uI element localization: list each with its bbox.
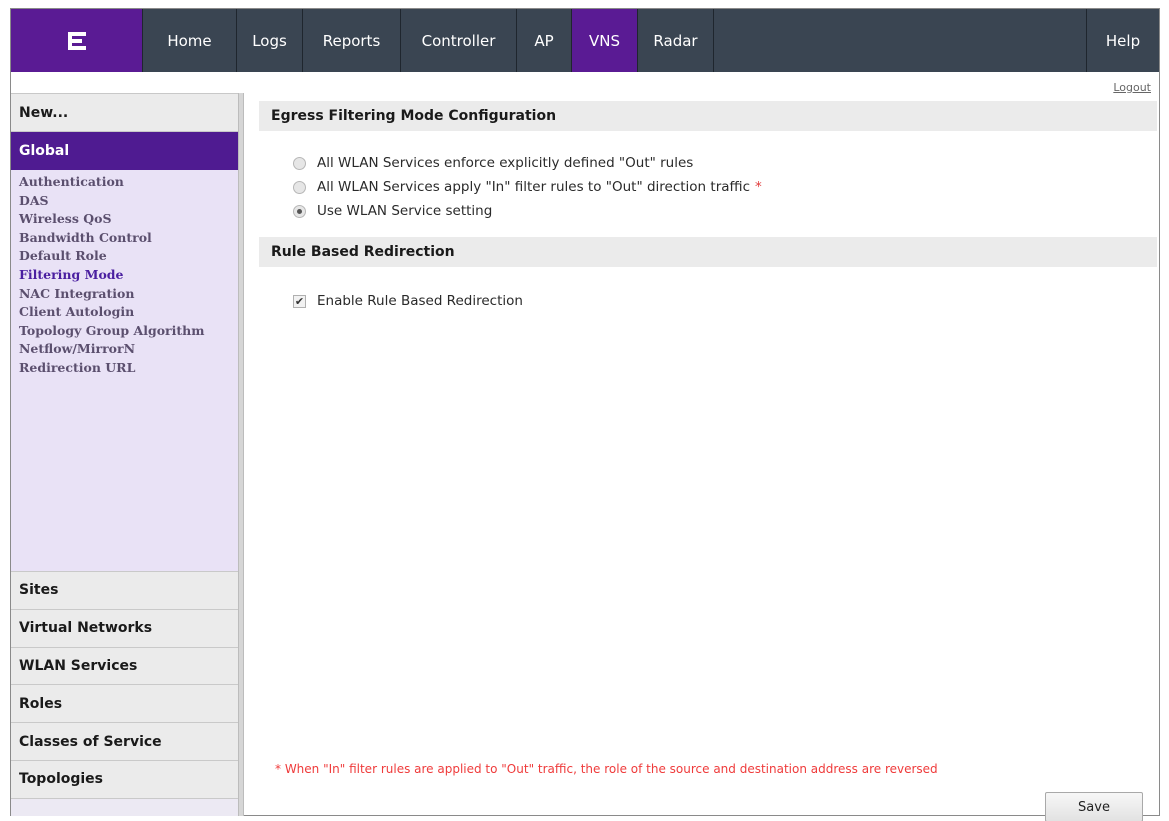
enable-rule-based-redirection-row[interactable]: ✔ Enable Rule Based Redirection [259,267,1157,309]
enable-rule-based-redirection-checkbox[interactable]: ✔ [293,294,306,308]
radio-label: All WLAN Services enforce explicitly def… [317,155,694,171]
radio-option-enforce-out-rules[interactable]: All WLAN Services enforce explicitly def… [293,151,1157,175]
app-window: Home Logs Reports Controller AP VNS Rada… [10,8,1160,821]
radio-label: Use WLAN Service setting [317,203,493,219]
rule-based-redirection-section: Rule Based Redirection ✔ Enable Rule Bas… [259,237,1157,309]
egress-filtering-radio-group: All WLAN Services enforce explicitly def… [259,131,1157,223]
sidebar-item-topologies[interactable]: Topologies [11,760,238,799]
radio-option-apply-in-rules[interactable]: All WLAN Services apply "In" filter rule… [293,175,1157,199]
sidebar-global[interactable]: Global [11,132,238,170]
sidebar-new[interactable]: New... [11,94,238,132]
top-nav-bar: Home Logs Reports Controller AP VNS Rada… [11,9,1159,72]
footnote-text: * When "In" filter rules are applied to … [275,762,938,776]
sidebar-item-virtual-networks[interactable]: Virtual Networks [11,609,238,648]
radio-option-use-wlan-service-setting[interactable]: Use WLAN Service setting [293,199,1157,223]
sidebar-item-topology-group-algorithm[interactable]: Topology Group Algorithm [11,322,238,341]
egress-filtering-section-title: Egress Filtering Mode Configuration [259,101,1157,131]
sidebar-item-sites[interactable]: Sites [11,572,238,610]
sidebar-item-classes-of-service[interactable]: Classes of Service [11,723,238,761]
nav-radar[interactable]: Radar [638,9,714,72]
sidebar-item-netflow-mirrorn[interactable]: Netflow/MirrorN [11,340,238,359]
sidebar-item-authentication[interactable]: Authentication [11,173,238,192]
radio-button[interactable] [293,180,306,194]
radio-button-selected[interactable] [293,204,306,218]
nav-help[interactable]: Help [1087,9,1159,72]
sidebar-item-redirection-url[interactable]: Redirection URL [11,359,238,378]
checkmark-icon: ✔ [294,294,305,308]
sidebar-item-roles[interactable]: Roles [11,685,238,724]
logout-link[interactable]: Logout [1113,81,1151,94]
sidebar-item-wireless-qos[interactable]: Wireless QoS [11,210,238,229]
sidebar-item-nac-integration[interactable]: NAC Integration [11,285,238,304]
save-button[interactable]: Save [1045,792,1143,821]
radio-label: All WLAN Services apply "In" filter rule… [317,179,750,195]
sidebar-sections: Sites Virtual Networks WLAN Services Rol… [11,572,238,799]
nav-home[interactable]: Home [143,9,237,72]
sidebar-resize-handle[interactable] [238,93,244,816]
main-content: Egress Filtering Mode Configuration All … [259,101,1157,821]
sidebar-item-bandwidth-control[interactable]: Bandwidth Control [11,229,238,248]
sidebar-item-client-autologin[interactable]: Client Autologin [11,303,238,322]
checkbox-label: Enable Rule Based Redirection [317,293,523,309]
extreme-networks-logo-icon [67,31,86,50]
sidebar-item-filtering-mode[interactable]: Filtering Mode [11,266,238,285]
logo[interactable] [11,9,143,72]
nav-controller[interactable]: Controller [401,9,517,72]
sidebar-item-wlan-services[interactable]: WLAN Services [11,647,238,686]
sidebar-item-default-role[interactable]: Default Role [11,247,238,266]
nav-spacer [714,9,1087,72]
sidebar-global-sublist: Authentication DAS Wireless QoS Bandwidt… [11,170,238,572]
rule-based-redirection-title: Rule Based Redirection [259,237,1157,267]
radio-button[interactable] [293,156,306,170]
nav-vns[interactable]: VNS [572,9,638,72]
sidebar-item-das[interactable]: DAS [11,192,238,211]
nav-reports[interactable]: Reports [303,9,401,72]
sidebar: New... Global Authentication DAS Wireles… [11,93,238,816]
nav-logs[interactable]: Logs [237,9,303,72]
required-asterisk: * [755,179,762,195]
nav-ap[interactable]: AP [517,9,572,72]
